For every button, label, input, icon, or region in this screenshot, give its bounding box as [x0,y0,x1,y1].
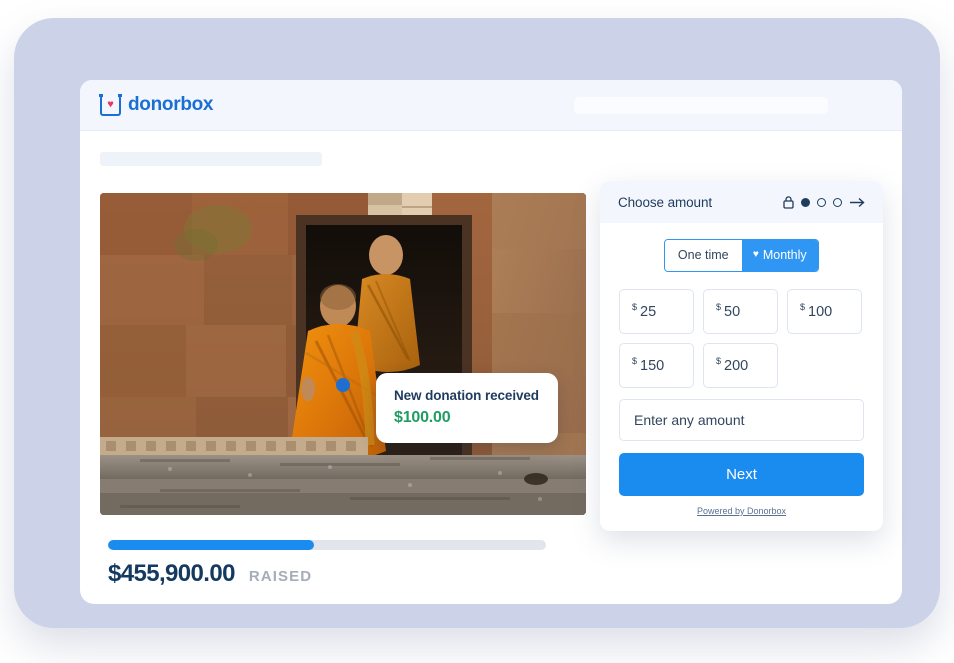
lock-icon [783,195,794,209]
raised-label: RAISED [248,568,313,585]
currency-symbol: $ [632,302,638,312]
raised-summary: $455,900.00 RAISED [108,560,312,588]
preset-amount-grid: $ 25 $ 50 $ 100 $ 150 $ 200 [619,289,864,388]
amount-button-200[interactable]: $ 200 [703,343,778,388]
custom-amount-placeholder: Enter any amount [634,412,745,428]
currency-symbol: $ [632,356,638,366]
frequency-option-one-time[interactable]: One time [665,240,742,271]
frequency-toggle: One time ♥ Monthly [664,239,819,272]
amount-button-150[interactable]: $ 150 [619,343,694,388]
step-dot-1[interactable] [801,197,810,207]
campaign-photo [100,193,586,515]
amount-value: 25 [640,303,657,320]
donation-form-card: Choose amount One time ♥ Monthly $ 25 $ … [600,181,883,531]
amount-value: 50 [724,303,741,320]
amount-value: 200 [724,357,749,374]
powered-by-donorbox-link[interactable]: Powered by Donorbox [619,506,864,520]
frequency-option-monthly-label: Monthly [762,248,807,262]
arrow-right-icon[interactable] [849,196,866,209]
new-donation-toast: New donation received $100.00 [376,373,558,443]
step-dot-2[interactable] [817,197,826,207]
site-header: ♥ donorbox [80,80,902,131]
custom-amount-field[interactable]: Enter any amount [619,399,864,441]
amount-value: 100 [808,303,833,320]
donation-progress-fill [108,540,314,550]
currency-symbol: $ [716,356,722,366]
donorbox-logo[interactable]: ♥ donorbox [99,93,214,116]
heart-icon: ♥ [752,249,759,260]
currency-symbol: $ [716,302,722,312]
campaign-title-placeholder [100,152,322,166]
toast-amount: $100.00 [394,409,451,426]
donorbox-box-heart-icon: ♥ [99,93,122,116]
form-step-title: Choose amount [618,194,713,210]
amount-button-25[interactable]: $ 25 [619,289,694,334]
next-button[interactable]: Next [619,453,864,496]
frequency-option-monthly[interactable]: ♥ Monthly [741,240,818,271]
amount-button-50[interactable]: $ 50 [703,289,778,334]
screenshot-stage: ♥ donorbox New donation received $100.00… [0,0,954,663]
donation-progress-bar [108,540,546,550]
device-frame: ♥ donorbox New donation received $100.00… [14,18,940,628]
logo-text: donorbox [128,94,214,115]
form-step-indicator [783,195,866,209]
amount-button-100[interactable]: $ 100 [787,289,862,334]
currency-symbol: $ [800,302,806,312]
donation-form-body: One time ♥ Monthly $ 25 $ 50 $ 100 $ 150… [600,223,883,531]
amount-value: 150 [640,357,665,374]
toast-title: New donation received [394,388,539,403]
donation-form-header: Choose amount [600,181,883,223]
heart-icon: ♥ [107,98,114,111]
header-search-placeholder [574,97,828,114]
raised-amount: $455,900.00 [108,560,235,587]
step-dot-3[interactable] [833,197,842,207]
